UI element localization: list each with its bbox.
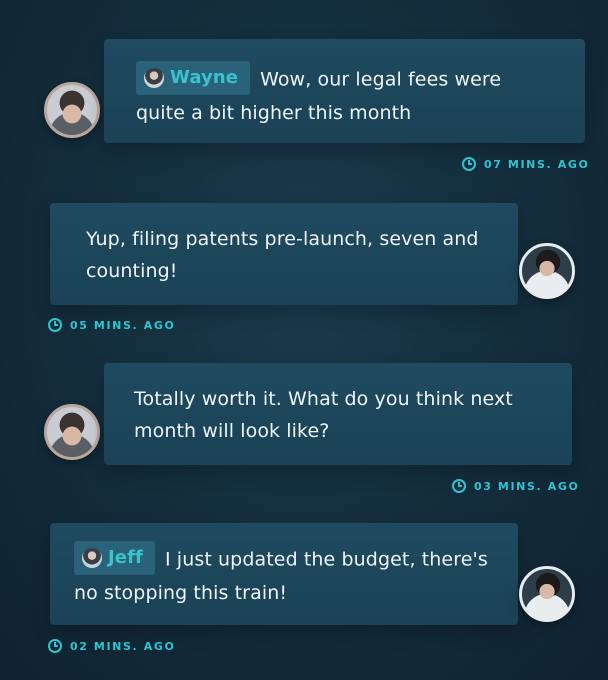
message-timestamp: 03 MINS. AGO <box>452 478 579 494</box>
timestamp-text: 02 MINS. AGO <box>70 639 176 653</box>
message-timestamp: 02 MINS. AGO <box>48 638 175 654</box>
jeff-avatar-icon <box>82 548 102 568</box>
clock-icon <box>48 318 62 332</box>
timestamp-text: 03 MINS. AGO <box>474 479 580 493</box>
clock-icon <box>452 479 466 493</box>
message-bubble: Wayne Wow, our legal fees were quite a b… <box>104 39 585 143</box>
wayne-avatar[interactable] <box>44 82 100 138</box>
author-name: Wayne <box>170 67 239 88</box>
author-name: Jeff <box>108 547 143 568</box>
author-chip[interactable]: Wayne <box>136 61 251 95</box>
author-chip[interactable]: Jeff <box>74 541 155 575</box>
clock-icon <box>48 639 62 653</box>
message-timestamp: 05 MINS. AGO <box>48 317 175 333</box>
wayne-avatar[interactable] <box>44 404 100 460</box>
message-text: Totally worth it. What do you think next… <box>134 388 513 442</box>
wayne-avatar-icon <box>144 68 164 88</box>
message-timestamp: 07 MINS. AGO <box>462 156 589 172</box>
message-bubble: Jeff I just updated the budget, there's … <box>50 523 518 625</box>
message-text: Yup, filing patents pre-launch, seven an… <box>86 228 479 282</box>
timestamp-text: 07 MINS. AGO <box>484 157 590 171</box>
clock-icon <box>462 157 476 171</box>
message-bubble: Yup, filing patents pre-launch, seven an… <box>50 203 518 305</box>
jeff-avatar[interactable] <box>519 243 575 299</box>
timestamp-text: 05 MINS. AGO <box>70 318 176 332</box>
message-bubble: Totally worth it. What do you think next… <box>104 363 572 465</box>
jeff-avatar[interactable] <box>519 566 575 622</box>
